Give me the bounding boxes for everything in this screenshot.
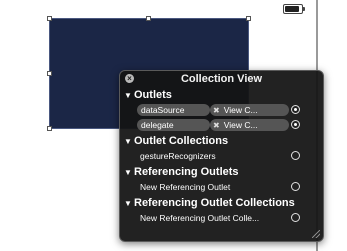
resize-handle-top-left[interactable] <box>47 16 52 21</box>
outlet-row-datasource: dataSource ✖ View C... <box>137 104 307 117</box>
outlet-name: New Referencing Outlet Colle... <box>140 213 260 223</box>
outlet-name: New Referencing Outlet <box>140 182 231 192</box>
outlet-connection-pill[interactable]: ✖ View C... <box>210 119 289 131</box>
disclosure-triangle-icon[interactable]: ▼ <box>124 135 134 149</box>
section-label: Referencing Outlets <box>134 166 239 178</box>
section-label: Referencing Outlet Collections <box>134 197 295 209</box>
resize-handle-top-right[interactable] <box>246 16 251 21</box>
connection-circle-icon[interactable] <box>291 120 300 129</box>
remove-connection-icon[interactable]: ✖ <box>213 106 220 115</box>
new-referencing-outlet-collection-row: New Referencing Outlet Colle... <box>137 212 307 225</box>
connection-circle-icon[interactable] <box>291 182 300 191</box>
disclosure-triangle-icon[interactable]: ▼ <box>124 197 134 211</box>
outlet-target: View C... <box>223 120 258 130</box>
resize-handle-middle-left[interactable] <box>47 71 52 76</box>
outlet-name-pill: delegate <box>137 119 210 131</box>
outlet-row-delegate: delegate ✖ View C... <box>137 119 307 132</box>
connections-hud: × Collection View ▼ Outlets dataSource ✖ V… <box>119 70 324 242</box>
resize-handle-top-middle[interactable] <box>146 16 151 21</box>
outlet-connection-pill[interactable]: ✖ View C... <box>210 104 289 116</box>
new-referencing-outlet-row: New Referencing Outlet <box>137 181 307 194</box>
section-outlets[interactable]: ▼ Outlets <box>124 88 172 102</box>
section-referencing-outlets[interactable]: ▼ Referencing Outlets <box>124 165 239 179</box>
outlet-row-gesturerecognizers: gestureRecognizers <box>137 150 307 163</box>
battery-icon <box>283 4 305 14</box>
connection-circle-icon[interactable] <box>291 151 300 160</box>
outlet-name: dataSource <box>141 105 185 115</box>
resize-grip-icon[interactable] <box>312 230 320 238</box>
outlet-name: delegate <box>141 120 174 130</box>
hud-title: Collection View <box>180 73 263 85</box>
disclosure-triangle-icon[interactable]: ▼ <box>124 166 134 180</box>
section-label: Outlet Collections <box>134 135 229 147</box>
connection-circle-icon[interactable] <box>291 213 300 222</box>
outlet-target: View C... <box>223 105 258 115</box>
connection-circle-icon[interactable] <box>291 105 300 114</box>
remove-connection-icon[interactable]: ✖ <box>213 121 220 130</box>
section-label: Outlets <box>134 89 172 101</box>
outlet-name-pill: dataSource <box>137 104 210 116</box>
section-referencing-outlet-collections[interactable]: ▼ Referencing Outlet Collections <box>124 196 295 210</box>
resize-handle-bottom-left[interactable] <box>47 126 52 131</box>
outlet-name: gestureRecognizers <box>140 151 216 161</box>
disclosure-triangle-icon[interactable]: ▼ <box>124 89 134 103</box>
section-outlet-collections[interactable]: ▼ Outlet Collections <box>124 134 228 148</box>
